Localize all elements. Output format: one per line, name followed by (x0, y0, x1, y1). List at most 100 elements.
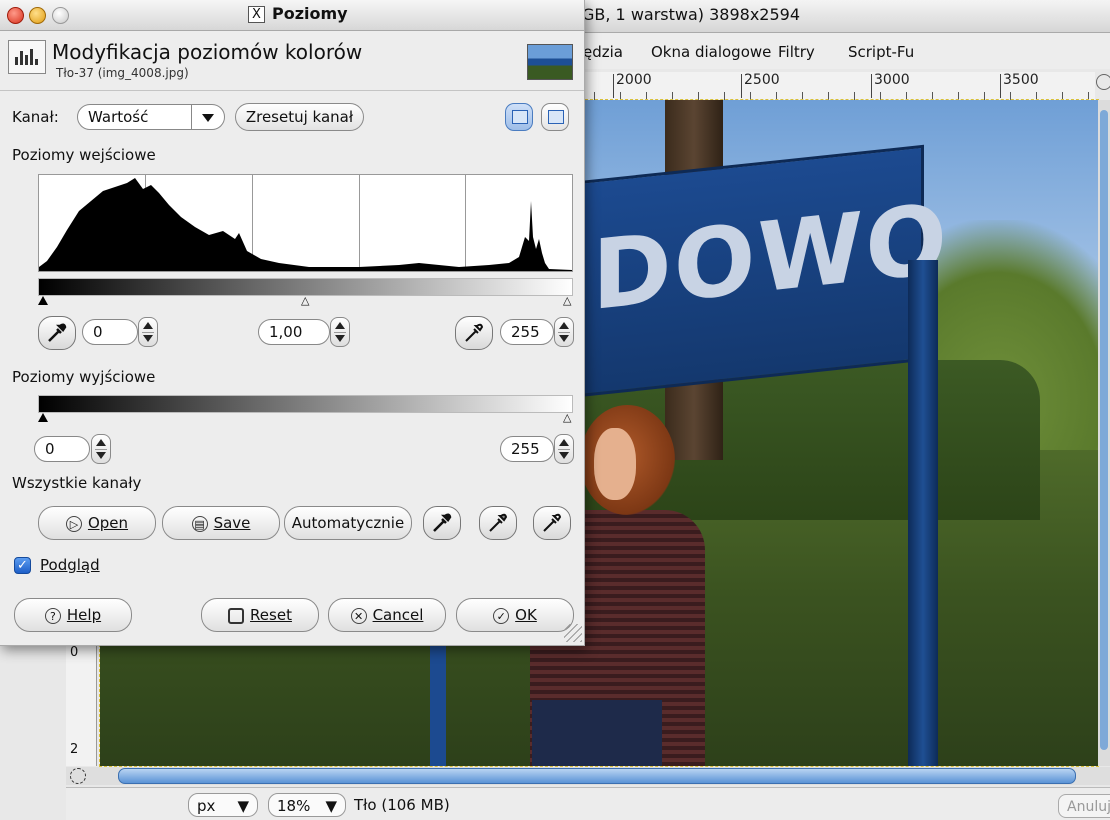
histogram[interactable] (38, 174, 573, 272)
vruler-label: 0 (70, 645, 79, 660)
menu-dialogs[interactable]: Okna dialogowe (651, 43, 771, 61)
save-label: Save (213, 514, 251, 532)
dialog-title: Poziomy (272, 4, 348, 23)
levels-dialog: X Poziomy Modyfikacja poziomów kolorów T… (0, 0, 585, 646)
dialog-titlebar: X Poziomy (0, 0, 584, 31)
photo-person-face (594, 428, 636, 500)
ruler-label: 3000 (871, 72, 910, 98)
close-window-button[interactable] (7, 7, 24, 24)
channel-value: Wartość (88, 108, 149, 126)
cancel-label: Cancel (372, 606, 424, 624)
photo-person-jeans (532, 700, 662, 766)
minimize-window-button[interactable] (29, 7, 46, 24)
output-white-stepper[interactable] (554, 434, 574, 464)
linear-histogram-button[interactable] (505, 103, 533, 131)
zoom-select[interactable]: 18% ▼ (268, 793, 346, 817)
log-histogram-icon (548, 110, 564, 124)
zoom-corner-icon[interactable] (1096, 74, 1110, 90)
histogram-plot (39, 178, 572, 271)
zoom-value: 18% (277, 797, 311, 815)
open-icon: ▷ (65, 515, 82, 532)
auto-button[interactable]: Automatycznie (284, 506, 412, 540)
x11-icon: X (248, 6, 265, 23)
levels-icon (8, 40, 46, 74)
auto-white-picker[interactable] (533, 506, 571, 540)
output-black-stepper[interactable] (91, 434, 111, 464)
linear-histogram-icon (512, 110, 528, 124)
auto-black-picker[interactable] (423, 506, 461, 540)
eyedropper-icon (433, 513, 452, 532)
menu-filters[interactable]: Filtry (778, 43, 815, 61)
image-thumbnail (527, 44, 573, 80)
navigate-icon[interactable] (70, 768, 86, 784)
auto-gray-picker[interactable] (479, 506, 517, 540)
dialog-header-title: Modyfikacja poziomów kolorów (52, 40, 363, 64)
unit-select[interactable]: px ▼ (188, 793, 258, 817)
zoom-window-button[interactable] (52, 7, 69, 24)
vruler-label: 2 (70, 742, 79, 757)
reset-channel-button[interactable]: Zresetuj kanał (235, 103, 364, 131)
log-histogram-button[interactable] (541, 103, 569, 131)
eyedropper-icon (465, 323, 484, 342)
chevron-down-icon: ▼ (237, 797, 249, 815)
input-black-stepper[interactable] (138, 317, 158, 347)
reset-button[interactable]: Reset (201, 598, 319, 632)
preview-checkbox[interactable]: ✓ (14, 557, 31, 574)
help-label: Help (66, 606, 102, 624)
output-gradient-bar (38, 395, 573, 413)
output-levels-label: Poziomy wyjściowe (12, 368, 156, 386)
input-gamma-stepper[interactable] (330, 317, 350, 347)
input-white-handle[interactable]: △ (563, 295, 571, 306)
menu-script-fu[interactable]: Script-Fu (848, 43, 914, 61)
save-icon: ▤ (191, 515, 208, 532)
input-gamma-handle[interactable]: △ (301, 295, 309, 306)
ok-button[interactable]: ✓ OK (456, 598, 574, 632)
status-info: Tło (106 MB) (354, 796, 450, 814)
eyedropper-icon (48, 323, 67, 342)
input-white-stepper[interactable] (554, 317, 574, 347)
help-icon: ? (44, 607, 61, 624)
all-channels-label: Wszystkie kanały (12, 474, 142, 492)
image-window-title: GB, 1 warstwa) 3898x2594 (582, 5, 801, 24)
preview-label-text: Podgląd (40, 556, 100, 574)
divider (0, 90, 584, 91)
resize-grip[interactable] (564, 624, 582, 642)
photo-sign-post (908, 260, 938, 766)
menu-tools[interactable]: ędzia (583, 43, 623, 61)
ok-icon: ✓ (493, 607, 510, 624)
unit-value: px (197, 797, 216, 815)
input-levels-label: Poziomy wejściowe (12, 146, 156, 164)
cancel-button[interactable]: ✕ Cancel (328, 598, 446, 632)
output-white-field[interactable]: 255 (500, 436, 554, 462)
eyedropper-icon (489, 513, 508, 532)
save-button[interactable]: ▤ Save (162, 506, 280, 540)
white-point-picker[interactable] (455, 316, 493, 350)
reset-icon (228, 607, 245, 624)
output-black-field[interactable]: 0 (34, 436, 90, 462)
input-black-field[interactable]: 0 (82, 319, 138, 345)
open-label: Open (87, 514, 129, 532)
black-point-picker[interactable] (38, 316, 76, 350)
channel-select[interactable]: Wartość (77, 104, 225, 130)
output-white-handle[interactable]: △ (563, 412, 571, 423)
help-button[interactable]: ? Help (14, 598, 132, 632)
output-black-handle[interactable] (38, 413, 48, 422)
preview-label[interactable]: Podgląd (40, 556, 100, 574)
open-button[interactable]: ▷ Open (38, 506, 156, 540)
input-white-field[interactable]: 255 (500, 319, 554, 345)
horizontal-scrollbar-thumb[interactable] (118, 768, 1076, 784)
dialog-header-subtitle: Tło-37 (img_4008.jpg) (56, 66, 189, 80)
eyedropper-icon (543, 513, 562, 532)
chevron-down-icon (191, 105, 224, 129)
input-black-handle[interactable] (38, 296, 48, 305)
ruler-label: 2000 (613, 72, 652, 98)
vertical-scrollbar-thumb[interactable] (1100, 110, 1108, 750)
reset-label: Reset (250, 606, 292, 624)
input-gamma-field[interactable]: 1,00 (258, 319, 330, 345)
channel-label: Kanał: (12, 108, 59, 126)
status-cancel-button[interactable]: Anuluj (1058, 794, 1110, 818)
ruler-label: 3500 (1000, 72, 1039, 98)
ok-label: OK (515, 606, 537, 624)
ruler-label: 2500 (741, 72, 780, 98)
chevron-down-icon: ▼ (325, 797, 337, 815)
